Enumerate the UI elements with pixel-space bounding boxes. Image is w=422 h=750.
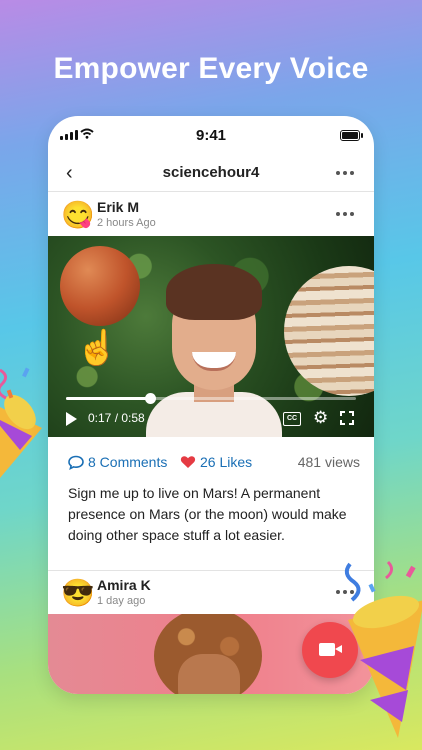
- gear-icon[interactable]: ⚙: [313, 408, 328, 428]
- heart-icon: [180, 456, 196, 468]
- status-bar: 9:41: [48, 116, 374, 152]
- post-timestamp: 1 day ago: [97, 595, 146, 607]
- face: [178, 654, 240, 694]
- pointing-finger-sticker: ☝️: [76, 329, 119, 367]
- avatar[interactable]: 😎: [61, 578, 95, 608]
- likes-count: 26 Likes: [200, 454, 253, 470]
- status-time: 9:41: [195, 127, 227, 144]
- divider: [48, 570, 374, 571]
- page-title: sciencehour4: [162, 164, 260, 181]
- play-icon[interactable]: [66, 412, 77, 426]
- comments-button[interactable]: 8 Comments: [68, 454, 167, 470]
- post-header: 😋 Erik M 2 hours Ago: [48, 196, 374, 236]
- video-person: [146, 264, 282, 437]
- author-name[interactable]: Amira K: [97, 577, 151, 593]
- post-timestamp: 2 hours Ago: [97, 217, 156, 229]
- hair: [166, 264, 262, 320]
- progress-fill: [66, 397, 151, 400]
- comment-bubble-icon: [68, 455, 84, 470]
- post-more-icon[interactable]: [336, 212, 354, 216]
- likes-button[interactable]: 26 Likes: [180, 454, 252, 470]
- post-stats: 8 Comments 26 Likes 481 views: [48, 452, 374, 474]
- party-popper-right-illustration: [344, 560, 422, 738]
- mars-planet-sticker: [60, 246, 140, 326]
- fullscreen-icon[interactable]: [340, 411, 354, 425]
- closed-captions-icon[interactable]: CC: [283, 412, 301, 426]
- nav-bar: ‹ sciencehour4: [48, 156, 374, 190]
- headline: Empower Every Voice: [53, 52, 369, 85]
- video-time: 0:17 / 0:58: [88, 411, 145, 425]
- more-horizontal-icon[interactable]: [336, 171, 354, 175]
- avatar[interactable]: 😋: [61, 200, 95, 230]
- video-progress-bar[interactable]: [66, 393, 356, 404]
- phone-frame: 9:41 ‹ sciencehour4 😋 Erik M 2 hours Ago…: [48, 116, 374, 694]
- comments-count: 8 Comments: [88, 454, 168, 470]
- battery-icon: [340, 130, 363, 141]
- video-player[interactable]: ☝️ 0:17 / 0:58 CC ⚙: [48, 236, 374, 437]
- post2-header: 😎 Amira K 1 day ago: [48, 574, 374, 614]
- post-caption: Sign me up to live on Mars! A permanent …: [68, 485, 347, 543]
- divider: [48, 191, 374, 192]
- author-name[interactable]: Erik M: [97, 199, 139, 215]
- views-count: 481 views: [297, 454, 360, 470]
